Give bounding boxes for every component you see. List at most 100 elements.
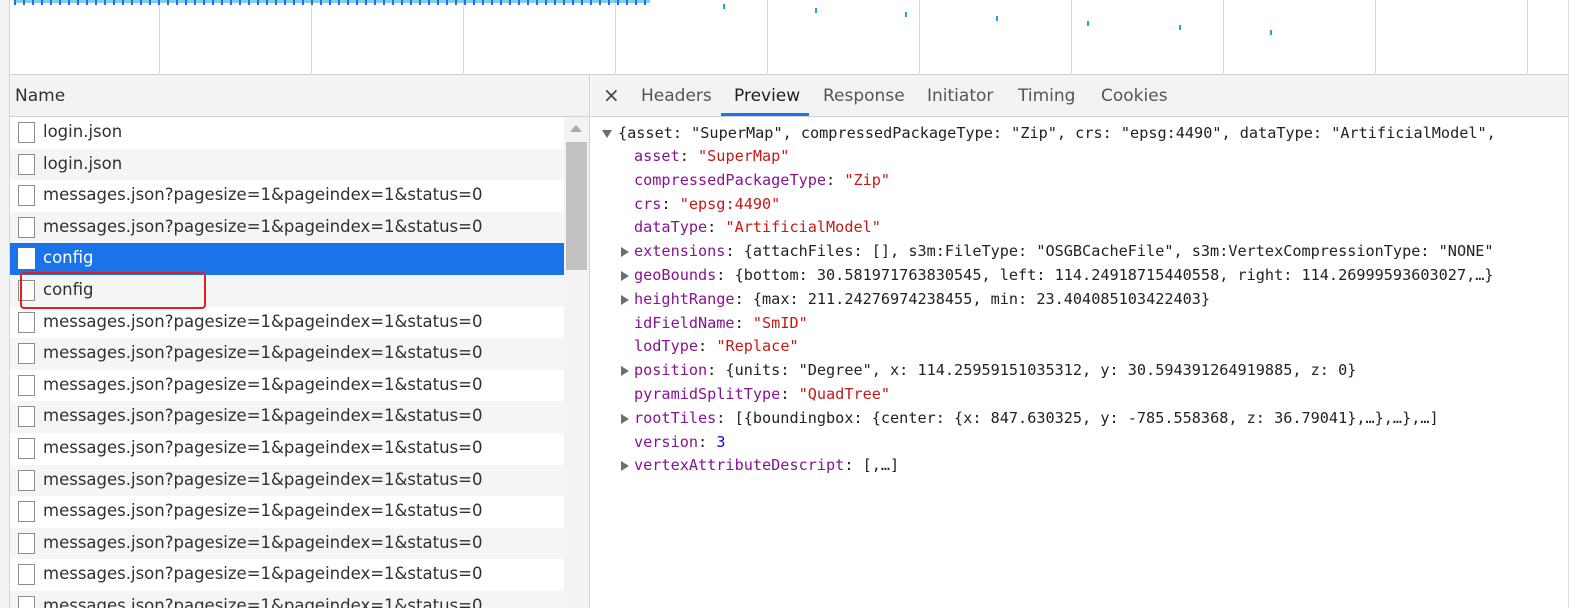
request-name: login.json: [43, 122, 123, 141]
timeline-gridline: [615, 0, 616, 75]
json-value: "Zip": [844, 170, 891, 189]
scroll-up-arrow-icon[interactable]: [570, 125, 582, 132]
json-colon: :: [826, 170, 845, 189]
json-root-summary: {asset: "SuperMap", compressedPackageTyp…: [618, 124, 1496, 142]
json-colon: :: [716, 266, 735, 284]
expand-triangle-icon[interactable]: [621, 461, 629, 472]
scrollbar-thumb[interactable]: [566, 142, 587, 270]
json-value: {units: "Degree", x: 114.25959151035312,…: [725, 361, 1357, 380]
json-value: "epsg:4490": [679, 194, 781, 213]
json-colon: :: [679, 147, 699, 165]
json-key: extensions: [634, 242, 726, 261]
document-icon: [18, 216, 35, 238]
json-key: heightRange: [634, 289, 735, 308]
request-row[interactable]: messages.json?pagesize=1&pageindex=1&sta…: [10, 590, 564, 608]
timeline-gridline: [1527, 0, 1528, 75]
request-row[interactable]: messages.json?pagesize=1&pageindex=1&sta…: [10, 559, 564, 591]
request-name: messages.json?pagesize=1&pageindex=1&sta…: [43, 532, 483, 552]
json-colon: :: [698, 432, 717, 451]
request-row[interactable]: messages.json?pagesize=1&pageindex=1&sta…: [10, 211, 564, 244]
request-row[interactable]: messages.json?pagesize=1&pageindex=1&sta…: [10, 527, 564, 560]
json-key: geoBounds: [634, 266, 717, 284]
document-icon: [18, 501, 35, 523]
json-value: [,…]: [862, 456, 900, 475]
tab-headers[interactable]: Headers: [641, 86, 712, 106]
json-key: position: [634, 361, 708, 380]
json-key: idFieldName: [634, 313, 735, 332]
collapse-triangle-icon[interactable]: [602, 130, 612, 138]
json-colon: :: [716, 408, 735, 427]
name-column-label: Name: [15, 86, 66, 106]
document-icon: [18, 437, 35, 459]
tab-initiator[interactable]: Initiator: [927, 86, 993, 106]
request-row[interactable]: messages.json?pagesize=1&pageindex=1&sta…: [10, 306, 564, 339]
json-value: {max: 211.24276974238455, min: 23.404085…: [752, 289, 1211, 308]
timeline-request-bars: [14, 0, 650, 5]
timeline-gridline: [463, 0, 464, 75]
network-timeline-overview[interactable]: [10, 0, 1568, 75]
tab-response[interactable]: Response: [823, 86, 905, 106]
window-scrollbar-track[interactable]: [1568, 0, 1586, 608]
json-value: "ArtificialModel": [725, 218, 881, 237]
close-detail-button[interactable]: ×: [603, 83, 620, 107]
timeline-request-tick: [1270, 30, 1272, 35]
json-colon: :: [707, 218, 726, 237]
document-icon: [18, 374, 35, 396]
timeline-request-tick: [723, 4, 725, 9]
timeline-request-tick: [815, 8, 817, 13]
document-icon: [18, 343, 35, 365]
request-name: messages.json?pagesize=1&pageindex=1&sta…: [43, 595, 483, 608]
request-name: config: [43, 248, 94, 268]
active-tab-indicator: [721, 113, 809, 116]
json-key: dataType: [634, 218, 708, 237]
timeline-gridline: [1223, 0, 1224, 75]
expand-triangle-icon[interactable]: [621, 366, 629, 377]
document-icon: [18, 469, 35, 491]
tab-timing[interactable]: Timing: [1018, 86, 1075, 106]
window-edge: [0, 0, 10, 608]
expand-triangle-icon[interactable]: [621, 294, 629, 305]
json-key: version: [634, 432, 699, 451]
expand-triangle-icon[interactable]: [621, 271, 629, 281]
request-name: login.json: [43, 153, 123, 173]
document-icon: [18, 311, 35, 333]
json-value: {attachFiles: [], s3m:FileType: "OSGBCac…: [743, 242, 1494, 261]
request-row[interactable]: messages.json?pagesize=1&pageindex=1&sta…: [10, 432, 564, 465]
document-icon: [18, 564, 35, 586]
json-colon: :: [698, 337, 717, 356]
request-name: messages.json?pagesize=1&pageindex=1&sta…: [43, 216, 483, 236]
json-colon: :: [661, 194, 680, 213]
json-colon: :: [844, 456, 863, 475]
json-colon: :: [734, 289, 753, 308]
tab-cookies[interactable]: Cookies: [1101, 86, 1168, 106]
timeline-request-tick: [1179, 25, 1181, 30]
json-preview-pane: {asset: "SuperMap", compressedPackageTyp…: [591, 117, 1568, 608]
document-icon: [18, 185, 35, 207]
request-row[interactable]: login.json: [10, 117, 564, 149]
json-value: "SmID": [752, 313, 808, 332]
json-key: vertexAttributeDescript: [634, 456, 845, 475]
request-row[interactable]: messages.json?pagesize=1&pageindex=1&sta…: [10, 464, 564, 497]
json-colon: :: [725, 242, 744, 261]
name-column-header[interactable]: Name: [10, 75, 590, 117]
request-name: messages.json?pagesize=1&pageindex=1&sta…: [43, 564, 483, 584]
document-icon: [18, 248, 35, 270]
request-name: messages.json?pagesize=1&pageindex=1&sta…: [43, 437, 483, 457]
request-name: messages.json?pagesize=1&pageindex=1&sta…: [43, 343, 483, 363]
json-key: compressedPackageType: [634, 170, 827, 189]
request-row[interactable]: messages.json?pagesize=1&pageindex=1&sta…: [10, 338, 564, 370]
tab-preview[interactable]: Preview: [734, 86, 800, 106]
request-row[interactable]: messages.json?pagesize=1&pageindex=1&sta…: [10, 369, 564, 402]
expand-triangle-icon[interactable]: [621, 247, 629, 258]
request-row[interactable]: config: [10, 243, 564, 275]
request-row[interactable]: messages.json?pagesize=1&pageindex=1&sta…: [10, 180, 564, 212]
request-row[interactable]: messages.json?pagesize=1&pageindex=1&sta…: [10, 496, 564, 528]
timeline-gridline: [1375, 0, 1376, 75]
expand-triangle-icon[interactable]: [621, 413, 629, 424]
request-list-scrollbar[interactable]: [564, 117, 590, 608]
document-icon: [18, 595, 35, 608]
request-row[interactable]: login.json: [10, 148, 564, 181]
document-icon: [18, 122, 35, 143]
timeline-request-tick: [996, 16, 998, 21]
request-row[interactable]: messages.json?pagesize=1&pageindex=1&sta…: [10, 401, 564, 433]
